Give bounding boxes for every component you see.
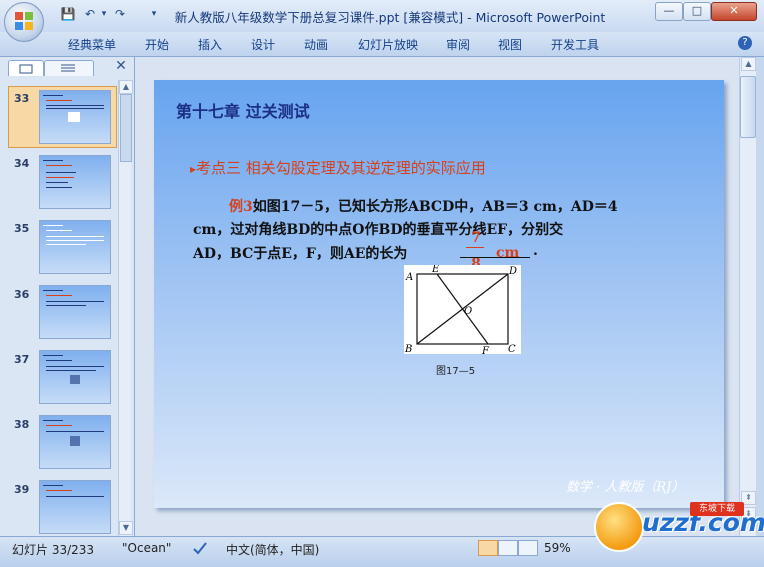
office-logo-icon	[15, 12, 33, 30]
label-b: B	[404, 344, 412, 354]
outline-tab-icon	[61, 64, 75, 72]
tab-review[interactable]: 审阅	[446, 36, 470, 52]
slides-panel-scrollbar[interactable]: ▲ ▼	[118, 80, 133, 536]
label-c: C	[508, 344, 516, 354]
minimize-button[interactable]: —	[655, 2, 683, 21]
problem-line-2: cm，过对角线BD的中点O作BD的垂直平分线EF，分别交	[193, 222, 564, 238]
example-label: 例3	[229, 199, 253, 215]
slide-number: 39	[14, 483, 30, 496]
slide-thumbnail-36[interactable]	[39, 285, 111, 339]
close-pane-icon[interactable]: ✕	[114, 58, 128, 74]
tab-slides[interactable]	[8, 60, 44, 76]
normal-view-icon[interactable]	[478, 540, 498, 556]
rectangle-diagram: A E D O B F C	[404, 264, 517, 357]
slide-show-view-icon[interactable]	[518, 540, 538, 556]
watermark-logo-icon	[594, 502, 644, 552]
slides-tab-icon	[19, 64, 33, 74]
watermark-badge: 东坡下载	[690, 502, 744, 516]
editor-scroll-thumb[interactable]	[740, 76, 756, 138]
scroll-down-icon[interactable]: ▼	[119, 521, 133, 535]
tab-view[interactable]: 视图	[498, 36, 522, 52]
help-icon[interactable]: ?	[738, 36, 752, 50]
slide-number: 33	[14, 92, 30, 105]
slide-number: 34	[14, 157, 30, 170]
slide-thumbnail-33[interactable]	[39, 90, 111, 144]
slide-indicator: 幻灯片 33/233	[12, 543, 95, 557]
close-button[interactable]: ✕	[711, 2, 757, 21]
tab-slide-show[interactable]: 幻灯片放映	[358, 36, 418, 52]
slide-number: 35	[14, 222, 30, 235]
slide-thumbnail-39[interactable]	[39, 480, 111, 534]
language-indicator[interactable]: 中文(简体，中国)	[226, 541, 319, 558]
scroll-up-icon[interactable]: ▲	[741, 57, 756, 71]
slide-number: 36	[14, 288, 30, 301]
window-title: 新人教版八年级数学下册总复习课件.ppt [兼容模式] - Microsoft …	[174, 10, 606, 25]
zoom-level[interactable]: 59%	[544, 541, 571, 555]
geometry-figure: A E D O B F C	[404, 264, 521, 357]
label-o: O	[464, 306, 472, 317]
slide-sorter-view-icon[interactable]	[498, 540, 518, 556]
office-button[interactable]	[4, 2, 44, 42]
theme-name: "Ocean"	[122, 541, 172, 555]
answer-unit: cm	[496, 245, 520, 261]
slide-thumbnail-35[interactable]	[39, 220, 111, 274]
maximize-button[interactable]: □	[683, 2, 711, 21]
label-d: D	[508, 266, 517, 277]
save-icon[interactable]: 💾	[60, 6, 76, 22]
status-bar	[0, 536, 764, 567]
label-a: A	[405, 272, 413, 283]
slide-number: 37	[14, 353, 30, 366]
redo-icon[interactable]: ↷	[112, 6, 128, 22]
tab-classic-menu[interactable]: 经典菜单	[68, 36, 116, 52]
tab-home[interactable]: 开始	[145, 36, 169, 52]
label-e: E	[431, 265, 440, 275]
tab-insert[interactable]: 插入	[198, 36, 222, 52]
scroll-up-icon[interactable]: ▲	[119, 80, 133, 94]
tab-developer[interactable]: 开发工具	[551, 36, 599, 52]
scroll-thumb[interactable]	[120, 94, 132, 162]
undo-dropdown-icon[interactable]: ▾	[96, 6, 112, 22]
section-title-text: 考点三 相关勾股定理及其逆定理的实际应用	[196, 159, 486, 177]
slide-footer: 数学 · 人教版（RJ）	[566, 480, 685, 495]
tab-animations[interactable]: 动画	[304, 36, 328, 52]
tab-outline[interactable]	[44, 60, 94, 76]
chapter-title: 第十七章 过关测试	[176, 102, 310, 121]
label-f: F	[481, 346, 490, 354]
slide-number: 38	[14, 418, 30, 431]
tab-design[interactable]: 设计	[251, 36, 275, 52]
figure-caption: 图17—5	[436, 366, 476, 377]
slide-thumbnail-34[interactable]	[39, 155, 111, 209]
answer-numerator: 7	[471, 230, 481, 246]
answer-period: .	[533, 243, 538, 259]
section-title: ▸考点三 相关勾股定理及其逆定理的实际应用	[190, 157, 486, 178]
problem-line-3: AD，BC于点E，F，则AE的长为	[193, 246, 408, 262]
problem-text-1: 如图17－5，已知长方形ABCD中，AB＝3 cm，AD＝4	[252, 199, 618, 215]
fraction-bar	[466, 247, 484, 248]
problem-line-1: 例3如图17－5，已知长方形ABCD中，AB＝3 cm，AD＝4	[229, 196, 618, 216]
answer-blank	[460, 257, 530, 258]
slide-thumbnail-37[interactable]	[39, 350, 111, 404]
slide-thumbnail-38[interactable]	[39, 415, 111, 469]
spell-check-icon[interactable]	[192, 541, 208, 558]
